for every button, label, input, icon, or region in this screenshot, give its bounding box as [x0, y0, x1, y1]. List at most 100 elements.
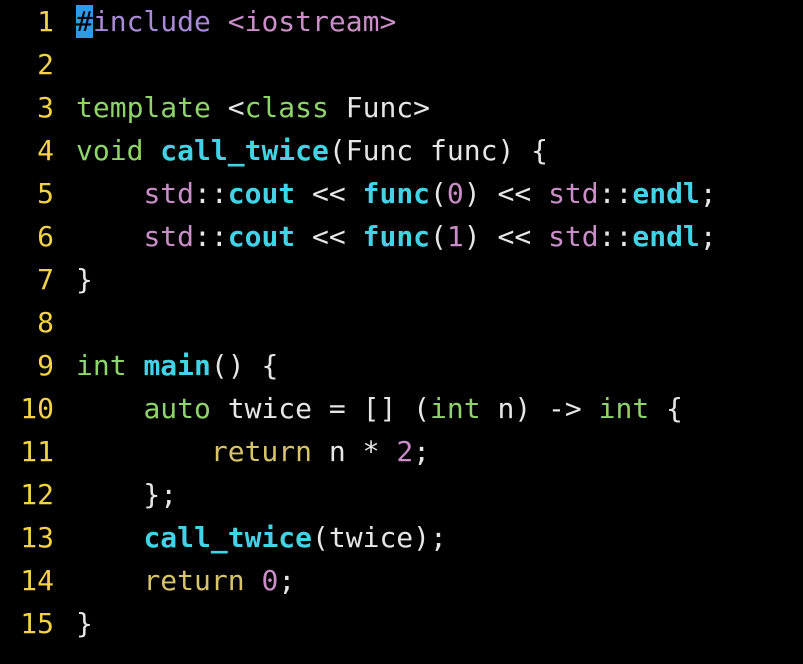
- code-token: int: [598, 392, 650, 425]
- code-token: int: [76, 349, 127, 382]
- code-token: call_twice: [160, 134, 329, 167]
- code-line[interactable]: 9 int main() {: [0, 344, 278, 387]
- line-code[interactable]: std::cout << func(0) << std::endl;: [76, 172, 717, 215]
- line-code[interactable]: return n * 2;: [76, 430, 430, 473]
- line-number: 11: [20, 435, 54, 468]
- code-line[interactable]: 5 std::cout << func(0) << std::endl;: [0, 172, 717, 215]
- text-cursor: #: [76, 5, 93, 38]
- line-code[interactable]: }: [76, 602, 93, 645]
- code-token: int: [430, 392, 481, 425]
- code-token: <<: [295, 177, 363, 210]
- code-token: void: [76, 134, 144, 167]
- code-token: Func>: [328, 91, 431, 124]
- code-token: ) <<: [463, 220, 549, 253]
- code-token: ::: [194, 220, 228, 253]
- code-token: <: [210, 91, 245, 124]
- code-token: n *: [312, 435, 397, 468]
- line-code[interactable]: void call_twice(Func func) {: [76, 129, 548, 172]
- code-token: std: [143, 177, 195, 210]
- code-token: auto: [143, 392, 211, 425]
- line-number: 10: [20, 392, 54, 425]
- line-code[interactable]: #include <iostream>: [76, 0, 396, 43]
- code-token: std: [143, 220, 195, 253]
- line-number: 5: [37, 177, 54, 210]
- code-line[interactable]: 10 auto twice = [] (int n) -> int {: [0, 387, 683, 430]
- line-number: 6: [37, 220, 54, 253]
- line-number: 3: [37, 91, 54, 124]
- line-code[interactable]: return 0;: [76, 559, 295, 602]
- line-number: 2: [37, 48, 54, 81]
- code-line[interactable]: 4 void call_twice(Func func) {: [0, 129, 548, 172]
- code-token: std: [548, 220, 599, 253]
- code-token: cout: [227, 177, 296, 210]
- code-line[interactable]: 2: [0, 43, 54, 86]
- code-line[interactable]: 12 };: [0, 473, 177, 516]
- code-token: endl: [632, 177, 700, 210]
- code-line[interactable]: 7}: [0, 258, 93, 301]
- code-token: (twice);: [312, 521, 447, 554]
- code-token: 0: [446, 177, 464, 210]
- code-token: template: [76, 91, 211, 124]
- code-line[interactable]: 1 #include <iostream>: [0, 0, 396, 43]
- line-number: 15: [20, 607, 54, 640]
- code-token: twice = [] (: [210, 392, 431, 425]
- line-number: 4: [37, 134, 54, 167]
- line-code[interactable]: call_twice(twice);: [76, 516, 447, 559]
- code-token: };: [76, 478, 178, 511]
- code-token: return: [210, 435, 313, 468]
- code-line[interactable]: 13 call_twice(twice);: [0, 516, 447, 559]
- code-token: ::: [598, 177, 633, 210]
- line-code[interactable]: }: [76, 258, 93, 301]
- code-line[interactable]: 15}: [0, 602, 93, 645]
- code-token: main: [143, 349, 211, 382]
- line-code[interactable]: };: [76, 473, 177, 516]
- line-number: 9: [37, 349, 54, 382]
- code-token: func: [362, 220, 431, 253]
- line-number: 12: [20, 478, 54, 511]
- line-code[interactable]: auto twice = [] (int n) -> int {: [76, 387, 683, 430]
- code-token: n) ->: [480, 392, 599, 425]
- code-token: ) <<: [463, 177, 549, 210]
- code-token: ::: [194, 177, 228, 210]
- code-token: {: [649, 392, 683, 425]
- line-code[interactable]: std::cout << func(1) << std::endl;: [76, 215, 717, 258]
- code-token: 2: [396, 435, 414, 468]
- code-token: }: [76, 607, 93, 640]
- code-token: 0: [261, 564, 279, 597]
- code-token: ;: [699, 220, 717, 253]
- line-code[interactable]: int main() {: [76, 344, 278, 387]
- code-token: 1: [446, 220, 464, 253]
- code-token: endl: [632, 220, 700, 253]
- code-token: ;: [699, 177, 717, 210]
- code-line[interactable]: 3 template <class Func>: [0, 86, 430, 129]
- code-line[interactable]: 6 std::cout << func(1) << std::endl;: [0, 215, 717, 258]
- code-token: (: [430, 177, 447, 210]
- line-number: 14: [20, 564, 54, 597]
- code-token: (Func func) {: [328, 134, 549, 167]
- code-line[interactable]: 11 return n * 2;: [0, 430, 430, 473]
- code-token: ::: [598, 220, 633, 253]
- line-number: 7: [37, 263, 54, 296]
- code-editor[interactable]: 1 #include <iostream> 2 3 template <class …: [0, 0, 803, 664]
- code-token: ;: [413, 435, 431, 468]
- code-token: ;: [278, 564, 296, 597]
- code-token: (: [430, 220, 447, 253]
- line-code[interactable]: template <class Func>: [76, 86, 430, 129]
- code-token: cout: [227, 220, 296, 253]
- code-token: return: [143, 564, 245, 597]
- code-line[interactable]: 8: [0, 301, 54, 344]
- code-token: <<: [295, 220, 363, 253]
- code-token: }: [76, 263, 93, 296]
- code-token: () {: [210, 349, 279, 382]
- code-line[interactable]: 14 return 0;: [0, 559, 295, 602]
- code-token: class: [244, 91, 329, 124]
